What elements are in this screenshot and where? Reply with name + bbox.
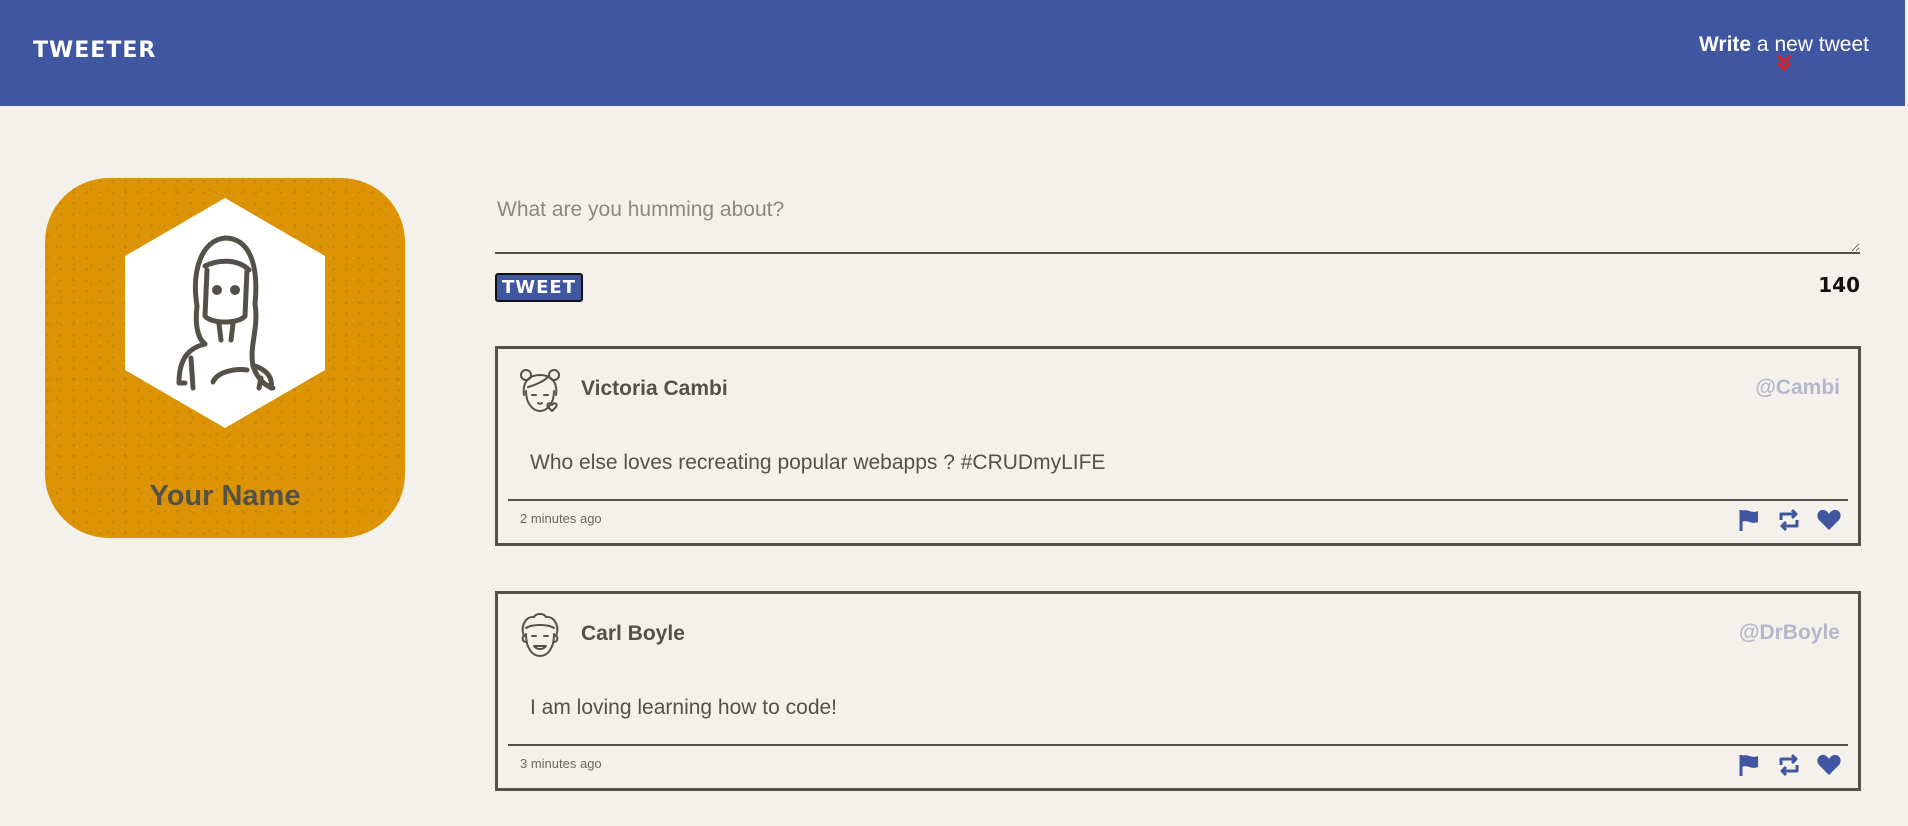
navbar: TWEETER Write a new tweet xyxy=(0,0,1905,106)
tweet-timestamp: 3 minutes ago xyxy=(520,756,602,771)
tweet-author-name: Victoria Cambi xyxy=(581,377,728,400)
tweet-divider xyxy=(508,499,1848,501)
tweet-actions xyxy=(1736,753,1842,777)
user-avatar xyxy=(521,613,559,657)
tweet-divider xyxy=(508,744,1848,746)
write-new-tweet-toggle[interactable]: Write a new tweet xyxy=(1699,33,1869,72)
tweet-textarea[interactable] xyxy=(495,190,1860,254)
tweet-card: Victoria Cambi @Cambi Who else loves rec… xyxy=(495,346,1861,546)
tweet-content: Who else loves recreating popular webapp… xyxy=(530,451,1106,474)
tweet-author-name: Carl Boyle xyxy=(581,622,685,645)
compose-toggle-rest: a new tweet xyxy=(1751,33,1869,56)
tweet-timestamp: 2 minutes ago xyxy=(520,511,602,526)
tweet-button[interactable]: TWEET xyxy=(495,273,583,302)
heart-icon[interactable] xyxy=(1816,508,1842,532)
tweet-actions xyxy=(1736,508,1842,532)
tweet-content: I am loving learning how to code! xyxy=(530,696,838,719)
tweet-author-handle[interactable]: @Cambi xyxy=(1755,376,1840,400)
tweet-card: Carl Boyle @DrBoyle I am loving learning… xyxy=(495,591,1861,791)
profile-avatar xyxy=(125,198,325,428)
profile-name: Your Name xyxy=(149,480,301,512)
flag-icon[interactable] xyxy=(1736,508,1762,532)
tweet-author-handle[interactable]: @DrBoyle xyxy=(1739,621,1840,645)
profile-card: Your Name xyxy=(45,178,405,538)
double-chevron-down-icon xyxy=(1776,54,1792,72)
retweet-icon[interactable] xyxy=(1776,508,1802,532)
retweet-icon[interactable] xyxy=(1776,753,1802,777)
flag-icon[interactable] xyxy=(1736,753,1762,777)
user-avatar xyxy=(520,369,560,412)
heart-icon[interactable] xyxy=(1816,753,1842,777)
character-counter: 140 xyxy=(1818,273,1860,297)
brand-logo[interactable]: TWEETER xyxy=(33,38,156,63)
compose-toggle-bold: Write xyxy=(1698,33,1752,56)
